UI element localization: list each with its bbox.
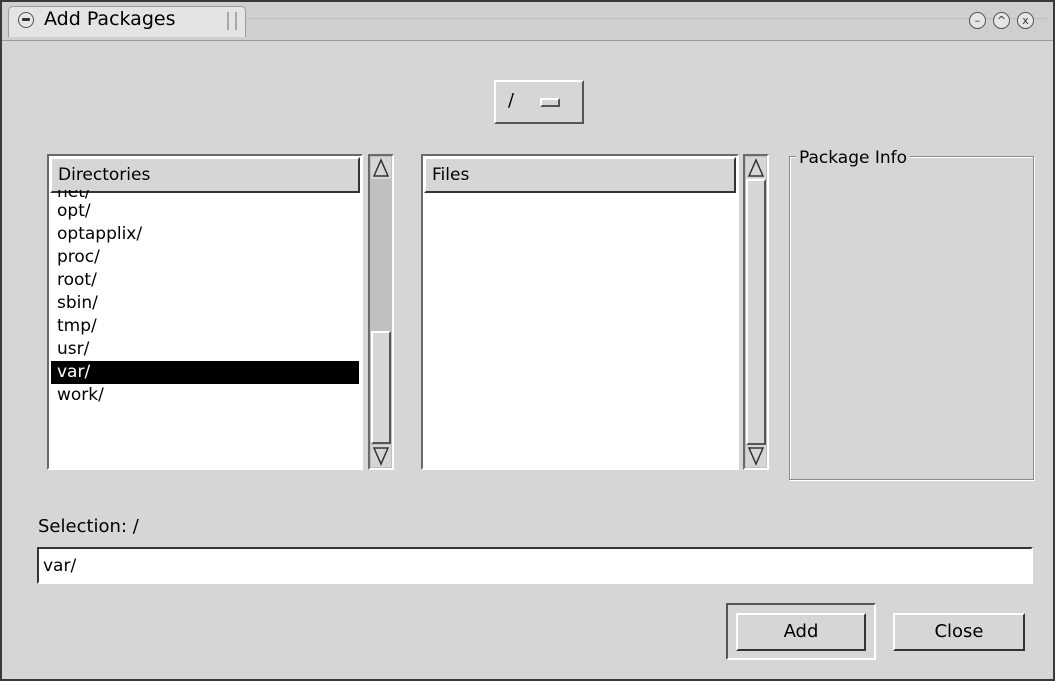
scroll-down-icon[interactable]: [371, 445, 391, 467]
title-bar[interactable]: Add Packages – ^ x: [2, 2, 1053, 41]
list-item[interactable]: work/: [51, 384, 359, 407]
directories-header[interactable]: Directories: [50, 157, 360, 193]
list-item[interactable]: proc/: [51, 246, 359, 269]
add-button[interactable]: Add: [736, 613, 866, 651]
package-info-box: [789, 156, 1034, 480]
dropdown-indicator-icon: [540, 98, 560, 107]
directories-list[interactable]: Directories net/ opt/ optapplix/ proc/ r…: [47, 154, 363, 470]
path-dropdown[interactable]: /: [494, 80, 584, 124]
directories-scroll-thumb[interactable]: [371, 331, 391, 444]
close-icon[interactable]: x: [1017, 12, 1034, 29]
list-item[interactable]: net/: [51, 190, 359, 200]
directories-items: net/ opt/ optapplix/ proc/ root/ sbin/ t…: [51, 190, 359, 407]
files-header[interactable]: Files: [424, 157, 736, 193]
scroll-up-icon[interactable]: [371, 157, 391, 179]
package-info-label: Package Info: [796, 148, 911, 168]
grip-icon: [227, 12, 237, 30]
close-button[interactable]: Close: [893, 613, 1025, 651]
selection-label: Selection: /: [38, 516, 139, 537]
list-item[interactable]: root/: [51, 269, 359, 292]
list-item[interactable]: optapplix/: [51, 223, 359, 246]
path-dropdown-value: /: [508, 90, 515, 111]
files-scrollbar[interactable]: [743, 154, 769, 470]
minimize-icon[interactable]: –: [969, 12, 986, 29]
scroll-down-icon[interactable]: [746, 445, 766, 467]
list-item[interactable]: usr/: [51, 338, 359, 361]
directories-scrollbar[interactable]: [368, 154, 394, 470]
window-title: Add Packages: [44, 8, 176, 30]
list-item-selected[interactable]: var/: [51, 361, 359, 384]
selection-input[interactable]: [37, 547, 1033, 584]
list-item[interactable]: opt/: [51, 200, 359, 223]
files-scroll-thumb[interactable]: [746, 179, 766, 445]
titlebar-divider: [244, 18, 1047, 19]
add-packages-window: Add Packages – ^ x / Directories net/ op…: [0, 0, 1055, 681]
maximize-icon[interactable]: ^: [993, 12, 1010, 29]
scroll-up-icon[interactable]: [746, 157, 766, 179]
list-item[interactable]: tmp/: [51, 315, 359, 338]
window-menu-icon[interactable]: [18, 12, 34, 28]
list-item[interactable]: sbin/: [51, 292, 359, 315]
files-list[interactable]: Files: [421, 154, 739, 470]
